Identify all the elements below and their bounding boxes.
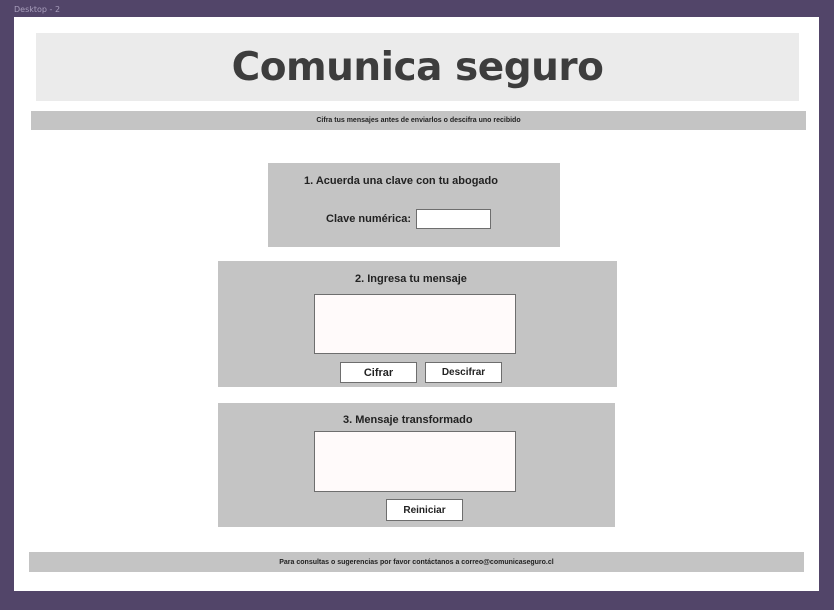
desktop-canvas: Comunica seguro Cifra tus mensajes antes… [14, 17, 819, 591]
page-title: Comunica seguro [231, 44, 604, 90]
message-input[interactable] [314, 294, 516, 354]
footer-contact-text: Para consultas o sugerencias por favor c… [279, 558, 554, 566]
footer-bar: Para consultas o sugerencias por favor c… [29, 552, 804, 572]
transformed-message-output[interactable] [314, 431, 516, 492]
frame-label: Desktop - 2 [14, 5, 61, 14]
encrypt-button[interactable]: Cifrar [340, 362, 417, 383]
key-label: Clave numérica: [326, 213, 411, 225]
key-panel-title: 1. Acuerda una clave con tu abogado [304, 175, 498, 187]
message-panel: 2. Ingresa tu mensaje Cifrar Descifrar [218, 261, 617, 387]
page-subtitle: Cifra tus mensajes antes de enviarlos o … [316, 117, 521, 124]
result-panel: 3. Mensaje transformado Reiniciar [218, 403, 615, 527]
reset-button[interactable]: Reiniciar [386, 499, 463, 521]
result-panel-title: 3. Mensaje transformado [343, 414, 473, 426]
title-banner: Comunica seguro [36, 33, 799, 101]
key-panel: 1. Acuerda una clave con tu abogado Clav… [268, 163, 560, 247]
numeric-key-input[interactable] [416, 209, 491, 229]
decrypt-button[interactable]: Descifrar [425, 362, 502, 383]
subtitle-bar: Cifra tus mensajes antes de enviarlos o … [31, 111, 806, 130]
message-panel-title: 2. Ingresa tu mensaje [355, 273, 467, 285]
